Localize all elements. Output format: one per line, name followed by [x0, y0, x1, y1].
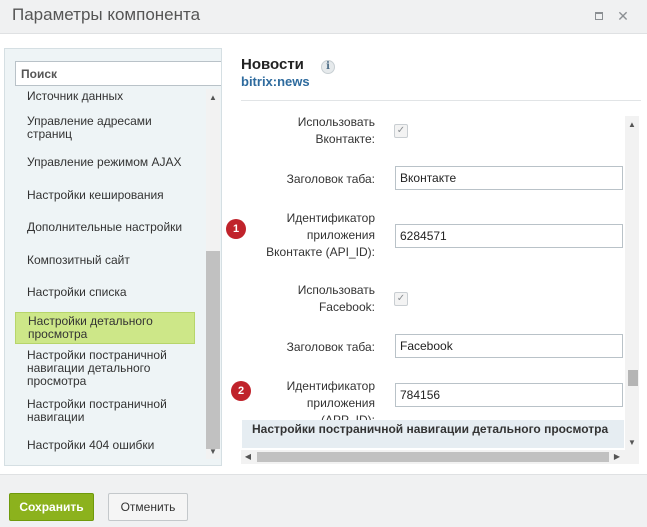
- sidebar-item-url-management[interactable]: Управление адресами страниц: [15, 113, 195, 143]
- sidebar-item-404[interactable]: Настройки 404 ошибки: [15, 437, 195, 454]
- sidebar-item-detail-view[interactable]: Настройки детального просмотра: [15, 312, 195, 344]
- section-header-detail-pagination[interactable]: Настройки постраничной навигации детальн…: [242, 420, 624, 448]
- main-vertical-scrollbar[interactable]: [625, 116, 639, 464]
- sidebar-item-cache[interactable]: Настройки кеширования: [15, 187, 195, 204]
- sidebar-item-list-settings[interactable]: Настройки списка: [15, 284, 195, 301]
- sidebar-item-detail-pagination[interactable]: Настройки постраничной навигации детальн…: [15, 347, 195, 390]
- use-fb-label: Использовать Facebook:: [297, 283, 375, 314]
- callout-badge-2: 2: [231, 381, 251, 401]
- scroll-down-icon[interactable]: ▼: [206, 445, 220, 459]
- sidebar-item-composite[interactable]: Композитный сайт: [15, 252, 195, 269]
- callout-badge-1: 1: [226, 219, 246, 239]
- main-horizontal-scroll-thumb[interactable]: [257, 452, 609, 462]
- search-input[interactable]: [15, 61, 221, 86]
- use-vk-checkbox[interactable]: ✓: [394, 124, 408, 138]
- window-title: Параметры компонента: [12, 5, 201, 24]
- sidebar-item-additional[interactable]: Дополнительные настройки: [15, 219, 195, 236]
- vk-app-id-label: Идентификатор приложения Вконтакте (API_…: [266, 211, 375, 259]
- scroll-left-icon[interactable]: ◀: [241, 450, 255, 464]
- main-vertical-scroll-thumb[interactable]: [628, 370, 638, 386]
- dialog-content: Источник данных Управление адресами стра…: [0, 34, 647, 474]
- scroll-up-icon[interactable]: ▲: [625, 118, 639, 132]
- cancel-button[interactable]: Отменить: [108, 493, 188, 521]
- dialog-footer: Сохранить Отменить: [0, 474, 647, 527]
- sidebar: Источник данных Управление адресами стра…: [4, 48, 222, 466]
- close-icon[interactable]: ✕: [617, 9, 629, 23]
- fb-app-id-input[interactable]: [395, 383, 623, 407]
- sidebar-item-ajax[interactable]: Управление режимом AJAX: [15, 154, 195, 171]
- vk-tab-input[interactable]: [395, 166, 623, 190]
- maximize-icon[interactable]: [593, 10, 605, 22]
- window-titlebar: Параметры компонента ✕: [0, 0, 647, 34]
- sidebar-item-data-source[interactable]: Источник данных: [15, 88, 195, 105]
- component-title: Новости: [241, 56, 304, 73]
- use-fb-checkbox[interactable]: ✓: [394, 292, 408, 306]
- fb-tab-label: Заголовок таба:: [286, 340, 375, 354]
- use-vk-label: Использовать Вконтакте:: [297, 115, 375, 146]
- scroll-up-icon[interactable]: ▲: [206, 91, 220, 105]
- vk-tab-label: Заголовок таба:: [286, 172, 375, 186]
- scroll-right-icon[interactable]: ▶: [610, 450, 624, 464]
- vk-app-id-input[interactable]: [395, 224, 623, 248]
- info-icon[interactable]: i: [321, 60, 335, 74]
- main-panel: Новости i bitrix:news Использовать Вконт…: [226, 34, 647, 474]
- sidebar-item-pagination[interactable]: Настройки постраничной навигации: [15, 396, 195, 426]
- divider: [241, 100, 641, 101]
- fb-tab-input[interactable]: [395, 334, 623, 358]
- save-button[interactable]: Сохранить: [9, 493, 94, 521]
- sidebar-scroll-thumb[interactable]: [206, 251, 220, 449]
- component-code: bitrix:news: [241, 74, 310, 89]
- scroll-down-icon[interactable]: ▼: [625, 436, 639, 450]
